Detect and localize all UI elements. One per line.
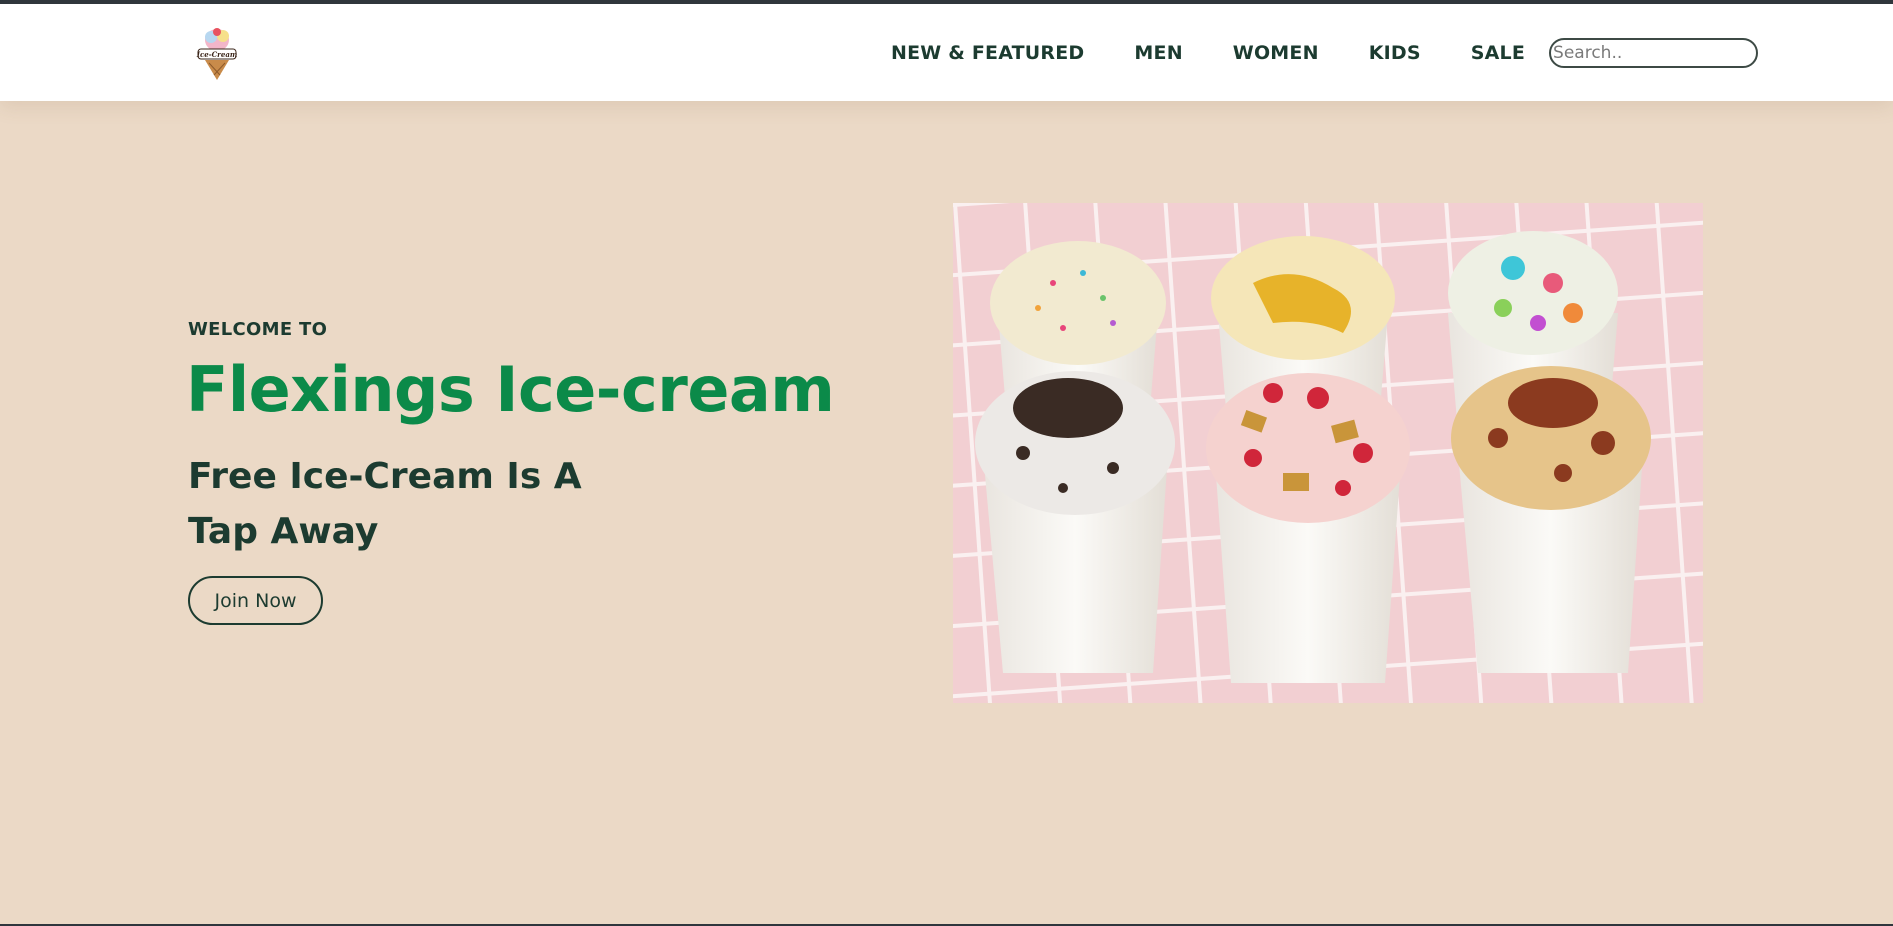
nav-kids[interactable]: KIDS <box>1369 42 1421 64</box>
ice-cream-cups-image <box>953 203 1703 703</box>
hero-section: WELCOME TO Flexings Ice-cream Free Ice-C… <box>0 101 1893 926</box>
ice-cream-logo[interactable]: Ice-Cream <box>196 25 238 81</box>
cup-bacon-caramel <box>1451 366 1651 673</box>
nav-new-featured[interactable]: NEW & FEATURED <box>891 42 1084 64</box>
main-nav: NEW & FEATURED MEN WOMEN KIDS SALE <box>891 4 1759 101</box>
nav-men[interactable]: MEN <box>1134 42 1182 64</box>
subtitle-line-1: Free Ice-Cream Is A <box>188 456 582 497</box>
hero-subtitle: Free Ice-Cream Is A Tap Away <box>188 449 582 559</box>
cup-cookies-cream <box>975 371 1175 673</box>
cup-strawberry-graham <box>1206 373 1410 683</box>
nav-women[interactable]: WOMEN <box>1233 42 1319 64</box>
join-now-button[interactable]: Join Now <box>188 576 323 625</box>
subtitle-line-2: Tap Away <box>188 511 379 552</box>
logo-text: Ice-Cream <box>196 50 237 59</box>
hero-title: Flexings Ice-cream <box>186 353 835 426</box>
nav-sale[interactable]: SALE <box>1471 42 1525 64</box>
site-header: Ice-Cream NEW & FEATURED MEN WOMEN KIDS … <box>0 4 1893 101</box>
search-input[interactable] <box>1549 37 1759 68</box>
welcome-label: WELCOME TO <box>188 319 328 340</box>
